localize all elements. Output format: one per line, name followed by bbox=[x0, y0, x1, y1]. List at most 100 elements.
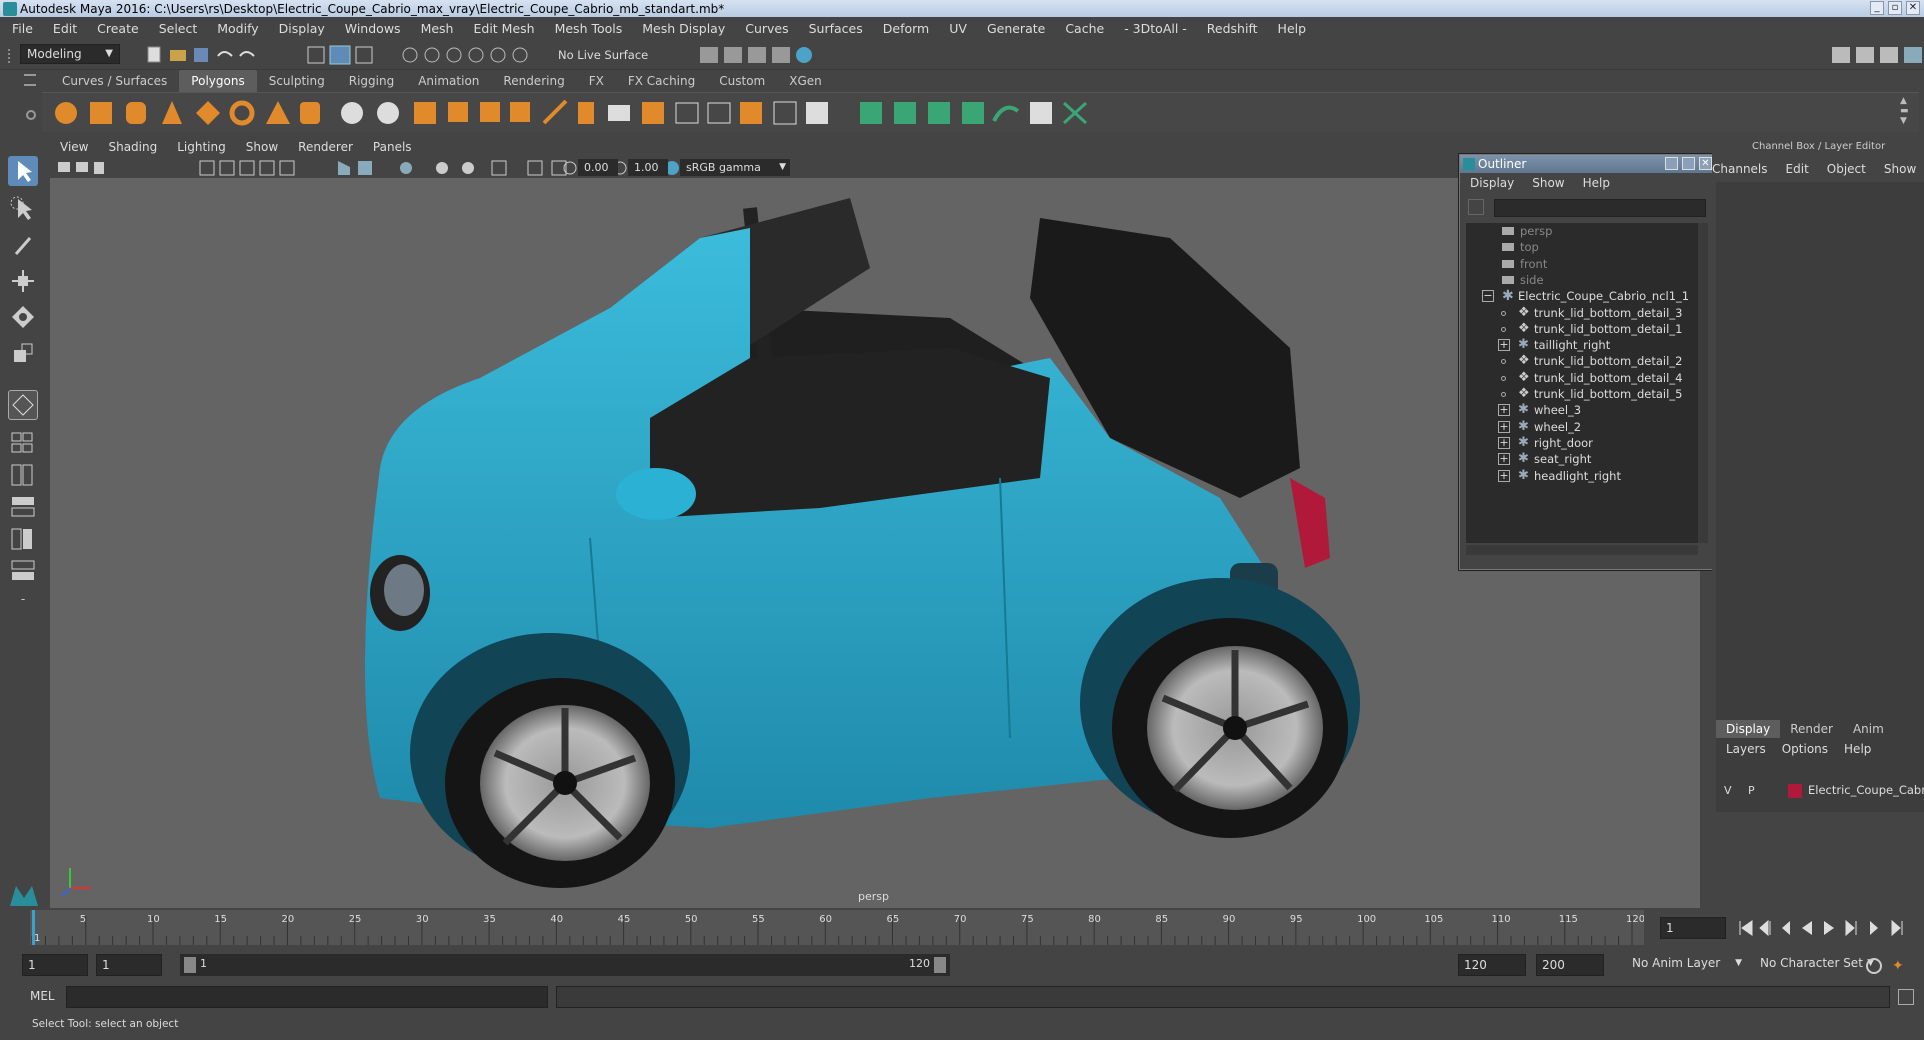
rotate-tool-icon[interactable] bbox=[8, 302, 38, 332]
menu-file[interactable]: File bbox=[12, 21, 33, 36]
menu-modify[interactable]: Modify bbox=[217, 21, 258, 36]
move-tool-icon[interactable] bbox=[8, 266, 38, 296]
menu-3dtoall[interactable]: - 3DtoAll - bbox=[1124, 21, 1187, 36]
maximize-icon[interactable] bbox=[1682, 157, 1695, 170]
menu-display[interactable]: Display bbox=[279, 21, 325, 36]
outliner-menu-show[interactable]: Show bbox=[1532, 176, 1564, 190]
shelf-tab-xgen[interactable]: XGen bbox=[777, 70, 834, 92]
layer-menu-help[interactable]: Help bbox=[1844, 742, 1871, 756]
car-model[interactable] bbox=[50, 178, 1700, 908]
menu-mesh[interactable]: Mesh bbox=[421, 21, 454, 36]
lasso-tool-icon[interactable] bbox=[8, 194, 38, 224]
viewport-menu-show[interactable]: Show bbox=[246, 140, 278, 158]
minimize-icon[interactable] bbox=[1665, 157, 1678, 170]
channel-menu-show[interactable]: Show bbox=[1884, 162, 1916, 176]
animation-end-field[interactable]: 200 bbox=[1536, 954, 1604, 976]
outliner-titlebar[interactable]: Outliner ✕ bbox=[1460, 155, 1714, 173]
menu-redshift[interactable]: Redshift bbox=[1207, 21, 1258, 36]
more-layouts-icon[interactable]: - bbox=[8, 592, 38, 612]
viewport-menu-panels[interactable]: Panels bbox=[373, 140, 412, 158]
playback-end-field[interactable]: 120 bbox=[1458, 954, 1526, 976]
viewport-menu-view[interactable]: View bbox=[60, 140, 88, 158]
grip-handle[interactable] bbox=[8, 49, 14, 63]
viewport-menu-lighting[interactable]: Lighting bbox=[177, 140, 226, 158]
character-set-dropdown[interactable]: No Character Set ▼ bbox=[1754, 954, 1878, 974]
menu-cache[interactable]: Cache bbox=[1065, 21, 1104, 36]
layer-tab-anim[interactable]: Anim bbox=[1843, 720, 1894, 738]
shelf-tab-rendering[interactable]: Rendering bbox=[491, 70, 576, 92]
last-tool-icon[interactable] bbox=[8, 390, 38, 420]
menu-mesh-tools[interactable]: Mesh Tools bbox=[555, 21, 623, 36]
outliner-hscrollbar[interactable] bbox=[1466, 545, 1698, 555]
expand-icon[interactable]: + bbox=[1498, 339, 1510, 352]
layer-tab-display[interactable]: Display bbox=[1716, 720, 1781, 738]
layer-color-swatch[interactable] bbox=[1788, 784, 1802, 798]
shelf-tab-fx[interactable]: FX bbox=[577, 70, 616, 92]
menu-uv[interactable]: UV bbox=[949, 21, 967, 36]
color-space-dropdown[interactable]: sRGB gamma ▼ bbox=[680, 159, 790, 176]
shelf-tab-polygons[interactable]: Polygons bbox=[179, 70, 257, 92]
menu-create[interactable]: Create bbox=[97, 21, 139, 36]
collapse-icon[interactable]: − bbox=[1482, 290, 1494, 303]
shelf-scroll-arrows[interactable]: ▲ ▬ ▼ bbox=[1900, 96, 1910, 126]
layout-four-view-icon[interactable] bbox=[8, 430, 38, 456]
layer-menu-options[interactable]: Options bbox=[1782, 742, 1828, 756]
select-tool-icon[interactable] bbox=[8, 156, 38, 186]
channel-menu-channels[interactable]: Channels bbox=[1712, 162, 1768, 176]
layout-two-view-icon[interactable] bbox=[8, 462, 38, 488]
shelf-settings-icon[interactable] bbox=[26, 110, 36, 120]
auto-key-icon[interactable] bbox=[1866, 958, 1882, 974]
layout-graph-icon[interactable] bbox=[8, 526, 38, 552]
menu-set-dropdown[interactable]: Modeling ▼ bbox=[20, 44, 120, 64]
layer-playback-toggle[interactable]: P bbox=[1748, 784, 1755, 797]
close-icon[interactable]: ✕ bbox=[1699, 157, 1712, 170]
channel-menu-edit[interactable]: Edit bbox=[1786, 162, 1809, 176]
scale-tool-icon[interactable] bbox=[8, 338, 38, 368]
range-slider[interactable]: 1 120 bbox=[180, 954, 950, 976]
outliner-search-input[interactable] bbox=[1494, 199, 1706, 217]
time-slider[interactable]: 1 5 10 15 20 25 30 35 40 45 50 55 60 65 70 75 80 85 90 95 10… bbox=[30, 910, 1645, 945]
shelf-menu-icon[interactable] bbox=[24, 74, 36, 86]
command-language-label[interactable]: MEL bbox=[30, 989, 55, 1003]
shelf-tab-curves-surfaces[interactable]: Curves / Surfaces bbox=[50, 70, 179, 92]
menu-surfaces[interactable]: Surfaces bbox=[809, 21, 863, 36]
menu-edit-mesh[interactable]: Edit Mesh bbox=[473, 21, 534, 36]
menu-edit[interactable]: Edit bbox=[53, 21, 77, 36]
outliner-menu-display[interactable]: Display bbox=[1470, 176, 1514, 190]
command-input[interactable] bbox=[66, 986, 548, 1008]
expand-icon[interactable]: + bbox=[1498, 404, 1510, 417]
current-frame-field[interactable]: 1 bbox=[1660, 917, 1726, 939]
animation-start-field[interactable]: 1 bbox=[22, 954, 88, 976]
menu-deform[interactable]: Deform bbox=[883, 21, 929, 36]
menu-windows[interactable]: Windows bbox=[345, 21, 401, 36]
menu-generate[interactable]: Generate bbox=[987, 21, 1045, 36]
shelf-tab-sculpting[interactable]: Sculpting bbox=[257, 70, 337, 92]
shelf-tab-fx-caching[interactable]: FX Caching bbox=[616, 70, 707, 92]
outliner-vscrollbar[interactable] bbox=[1698, 223, 1708, 543]
gamma-field[interactable]: 1.00 bbox=[628, 159, 668, 176]
playback-start-field[interactable]: 1 bbox=[96, 954, 162, 976]
script-editor-icon[interactable] bbox=[1898, 989, 1914, 1005]
close-button[interactable]: ✕ bbox=[1906, 1, 1920, 15]
viewport-menu-shading[interactable]: Shading bbox=[108, 140, 157, 158]
menu-mesh-display[interactable]: Mesh Display bbox=[642, 21, 725, 36]
layer-tab-render[interactable]: Render bbox=[1780, 720, 1843, 738]
layer-menu-layers[interactable]: Layers bbox=[1726, 742, 1766, 756]
menu-help[interactable]: Help bbox=[1278, 21, 1307, 36]
menu-select[interactable]: Select bbox=[159, 21, 198, 36]
minimize-button[interactable]: _ bbox=[1870, 1, 1884, 15]
shelf-tab-custom[interactable]: Custom bbox=[707, 70, 777, 92]
expand-icon[interactable]: + bbox=[1498, 436, 1510, 449]
anim-layer-dropdown[interactable]: No Anim Layer ▼ bbox=[1626, 954, 1746, 974]
layer-row[interactable]: V P Electric_Coupe_Cabrio bbox=[1718, 780, 1924, 802]
outliner-filter-icon[interactable] bbox=[1468, 199, 1484, 215]
range-end-handle[interactable] bbox=[934, 957, 946, 973]
layout-persp-graph-icon[interactable] bbox=[8, 558, 38, 584]
live-surface-field[interactable]: No Live Surface bbox=[554, 45, 666, 65]
perspective-viewport[interactable]: persp bbox=[50, 178, 1700, 908]
outliner-item[interactable]: + ✱ headlight_right bbox=[1466, 466, 1698, 486]
layout-outliner-icon[interactable] bbox=[8, 494, 38, 520]
shelf-tab-animation[interactable]: Animation bbox=[406, 70, 491, 92]
maximize-button[interactable]: ▫ bbox=[1888, 1, 1902, 15]
menu-curves[interactable]: Curves bbox=[745, 21, 788, 36]
